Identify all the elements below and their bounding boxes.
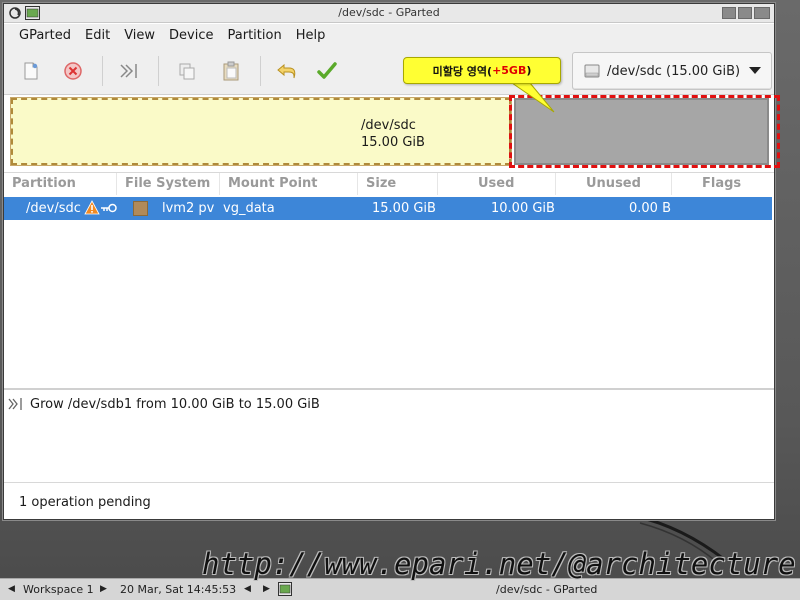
filesystem-color-swatch xyxy=(133,201,148,216)
column-size[interactable]: Size xyxy=(358,173,438,195)
chevron-down-icon xyxy=(749,67,761,74)
table-row[interactable]: /dev/sdc lvm2 pv vg_data 15.00 GiB 10.00… xyxy=(4,197,772,220)
close-button[interactable] xyxy=(754,7,770,19)
menu-gparted[interactable]: GParted xyxy=(12,24,78,48)
pending-operations-panel: Grow /dev/sdb1 from 10.00 GiB to 15.00 G… xyxy=(4,388,774,482)
window-title: /dev/sdc - GParted xyxy=(338,6,440,19)
delete-icon xyxy=(64,62,82,80)
maximize-button[interactable] xyxy=(738,7,752,19)
menu-help[interactable]: Help xyxy=(289,24,333,48)
workspace-label[interactable]: Workspace 1 xyxy=(23,583,94,596)
task-prev-icon[interactable]: ◀ xyxy=(244,584,251,594)
operation-text: Grow /dev/sdb1 from 10.00 GiB to 15.00 G… xyxy=(30,396,320,412)
menu-partition[interactable]: Partition xyxy=(221,24,289,48)
paste-icon xyxy=(223,61,239,81)
toolbar-separator xyxy=(102,56,103,86)
window-controls xyxy=(722,7,770,19)
device-selector-label: /dev/sdc (15.00 GiB) xyxy=(607,63,741,79)
resize-move-button[interactable] xyxy=(116,58,142,84)
workspace-prev-icon[interactable]: ◀ xyxy=(8,584,15,594)
resize-move-icon xyxy=(120,64,137,78)
warning-icon xyxy=(84,200,100,215)
task-label[interactable]: /dev/sdc - GParted xyxy=(496,583,597,596)
partition-graph: /dev/sdc 15.00 GiB xyxy=(4,95,780,172)
title-bar[interactable]: /dev/sdc - GParted xyxy=(4,4,774,23)
gparted-window: /dev/sdc - GParted GParted Edit View Dev… xyxy=(3,3,780,520)
toolbar: /dev/sdc (15.00 GiB) xyxy=(4,48,774,95)
partition-table: Partition File System Mount Point Size U… xyxy=(4,172,774,388)
cell-size: 15.00 GiB xyxy=(372,201,436,216)
toolbar-separator xyxy=(158,56,159,86)
menu-edit[interactable]: Edit xyxy=(78,24,117,48)
callout-highlight: +5GB xyxy=(492,64,527,77)
disk-icon xyxy=(584,64,600,78)
watermark-text: http://www.epari.net/@architecture xyxy=(202,547,796,581)
apply-button[interactable] xyxy=(314,58,340,84)
new-partition-button[interactable] xyxy=(18,58,44,84)
device-selector[interactable]: /dev/sdc (15.00 GiB) xyxy=(572,52,772,90)
undo-icon xyxy=(277,63,296,79)
copy-icon xyxy=(179,63,195,80)
key-icon xyxy=(101,203,117,213)
gparted-task-icon[interactable] xyxy=(278,582,292,596)
table-header: Partition File System Mount Point Size U… xyxy=(4,173,774,195)
workspace-next-icon[interactable]: ▶ xyxy=(100,584,107,594)
toolbar-separator xyxy=(260,56,261,86)
menu-view[interactable]: View xyxy=(117,24,162,48)
taskbar: ◀ Workspace 1 ▶ 20 Mar, Sat 14:45:53 ◀ ▶… xyxy=(0,578,800,600)
menu-bar: GParted Edit View Device Partition Help xyxy=(4,24,774,48)
callout-close: ) xyxy=(526,64,532,77)
delete-partition-button[interactable] xyxy=(60,58,86,84)
unallocated-highlight-marker xyxy=(509,95,780,168)
list-item[interactable]: Grow /dev/sdb1 from 10.00 GiB to 15.00 G… xyxy=(8,394,320,414)
column-file-system[interactable]: File System xyxy=(117,173,220,195)
status-text: 1 operation pending xyxy=(19,495,151,510)
resize-move-icon xyxy=(8,398,22,410)
column-unused[interactable]: Unused xyxy=(556,173,672,195)
cell-mountpoint: vg_data xyxy=(223,201,275,216)
undo-button[interactable] xyxy=(274,58,300,84)
minimize-button[interactable] xyxy=(722,7,736,19)
new-icon xyxy=(24,62,38,80)
status-bar: 1 operation pending xyxy=(4,482,774,519)
unallocated-callout: 미할당 영역(+5GB) xyxy=(403,57,561,84)
clock: 20 Mar, Sat 14:45:53 xyxy=(120,583,237,596)
cell-partition: /dev/sdc xyxy=(26,201,81,216)
column-flags[interactable]: Flags xyxy=(672,173,772,195)
cell-used: 10.00 GiB xyxy=(491,201,555,216)
copy-button[interactable] xyxy=(174,58,200,84)
cell-unused: 0.00 B xyxy=(629,201,671,216)
paste-button[interactable] xyxy=(218,58,244,84)
apply-icon xyxy=(317,62,337,79)
partition-block[interactable]: /dev/sdc 15.00 GiB xyxy=(10,97,512,166)
task-next-icon[interactable]: ▶ xyxy=(263,584,270,594)
partition-block-size: 15.00 GiB xyxy=(361,135,425,150)
column-mount-point[interactable]: Mount Point xyxy=(220,173,358,195)
cell-filesystem: lvm2 pv xyxy=(162,201,215,216)
column-partition[interactable]: Partition xyxy=(4,173,117,195)
callout-text: 미할당 영역( xyxy=(432,64,493,78)
partition-block-name: /dev/sdc xyxy=(361,118,416,133)
column-used[interactable]: Used xyxy=(438,173,556,195)
menu-device[interactable]: Device xyxy=(162,24,220,48)
